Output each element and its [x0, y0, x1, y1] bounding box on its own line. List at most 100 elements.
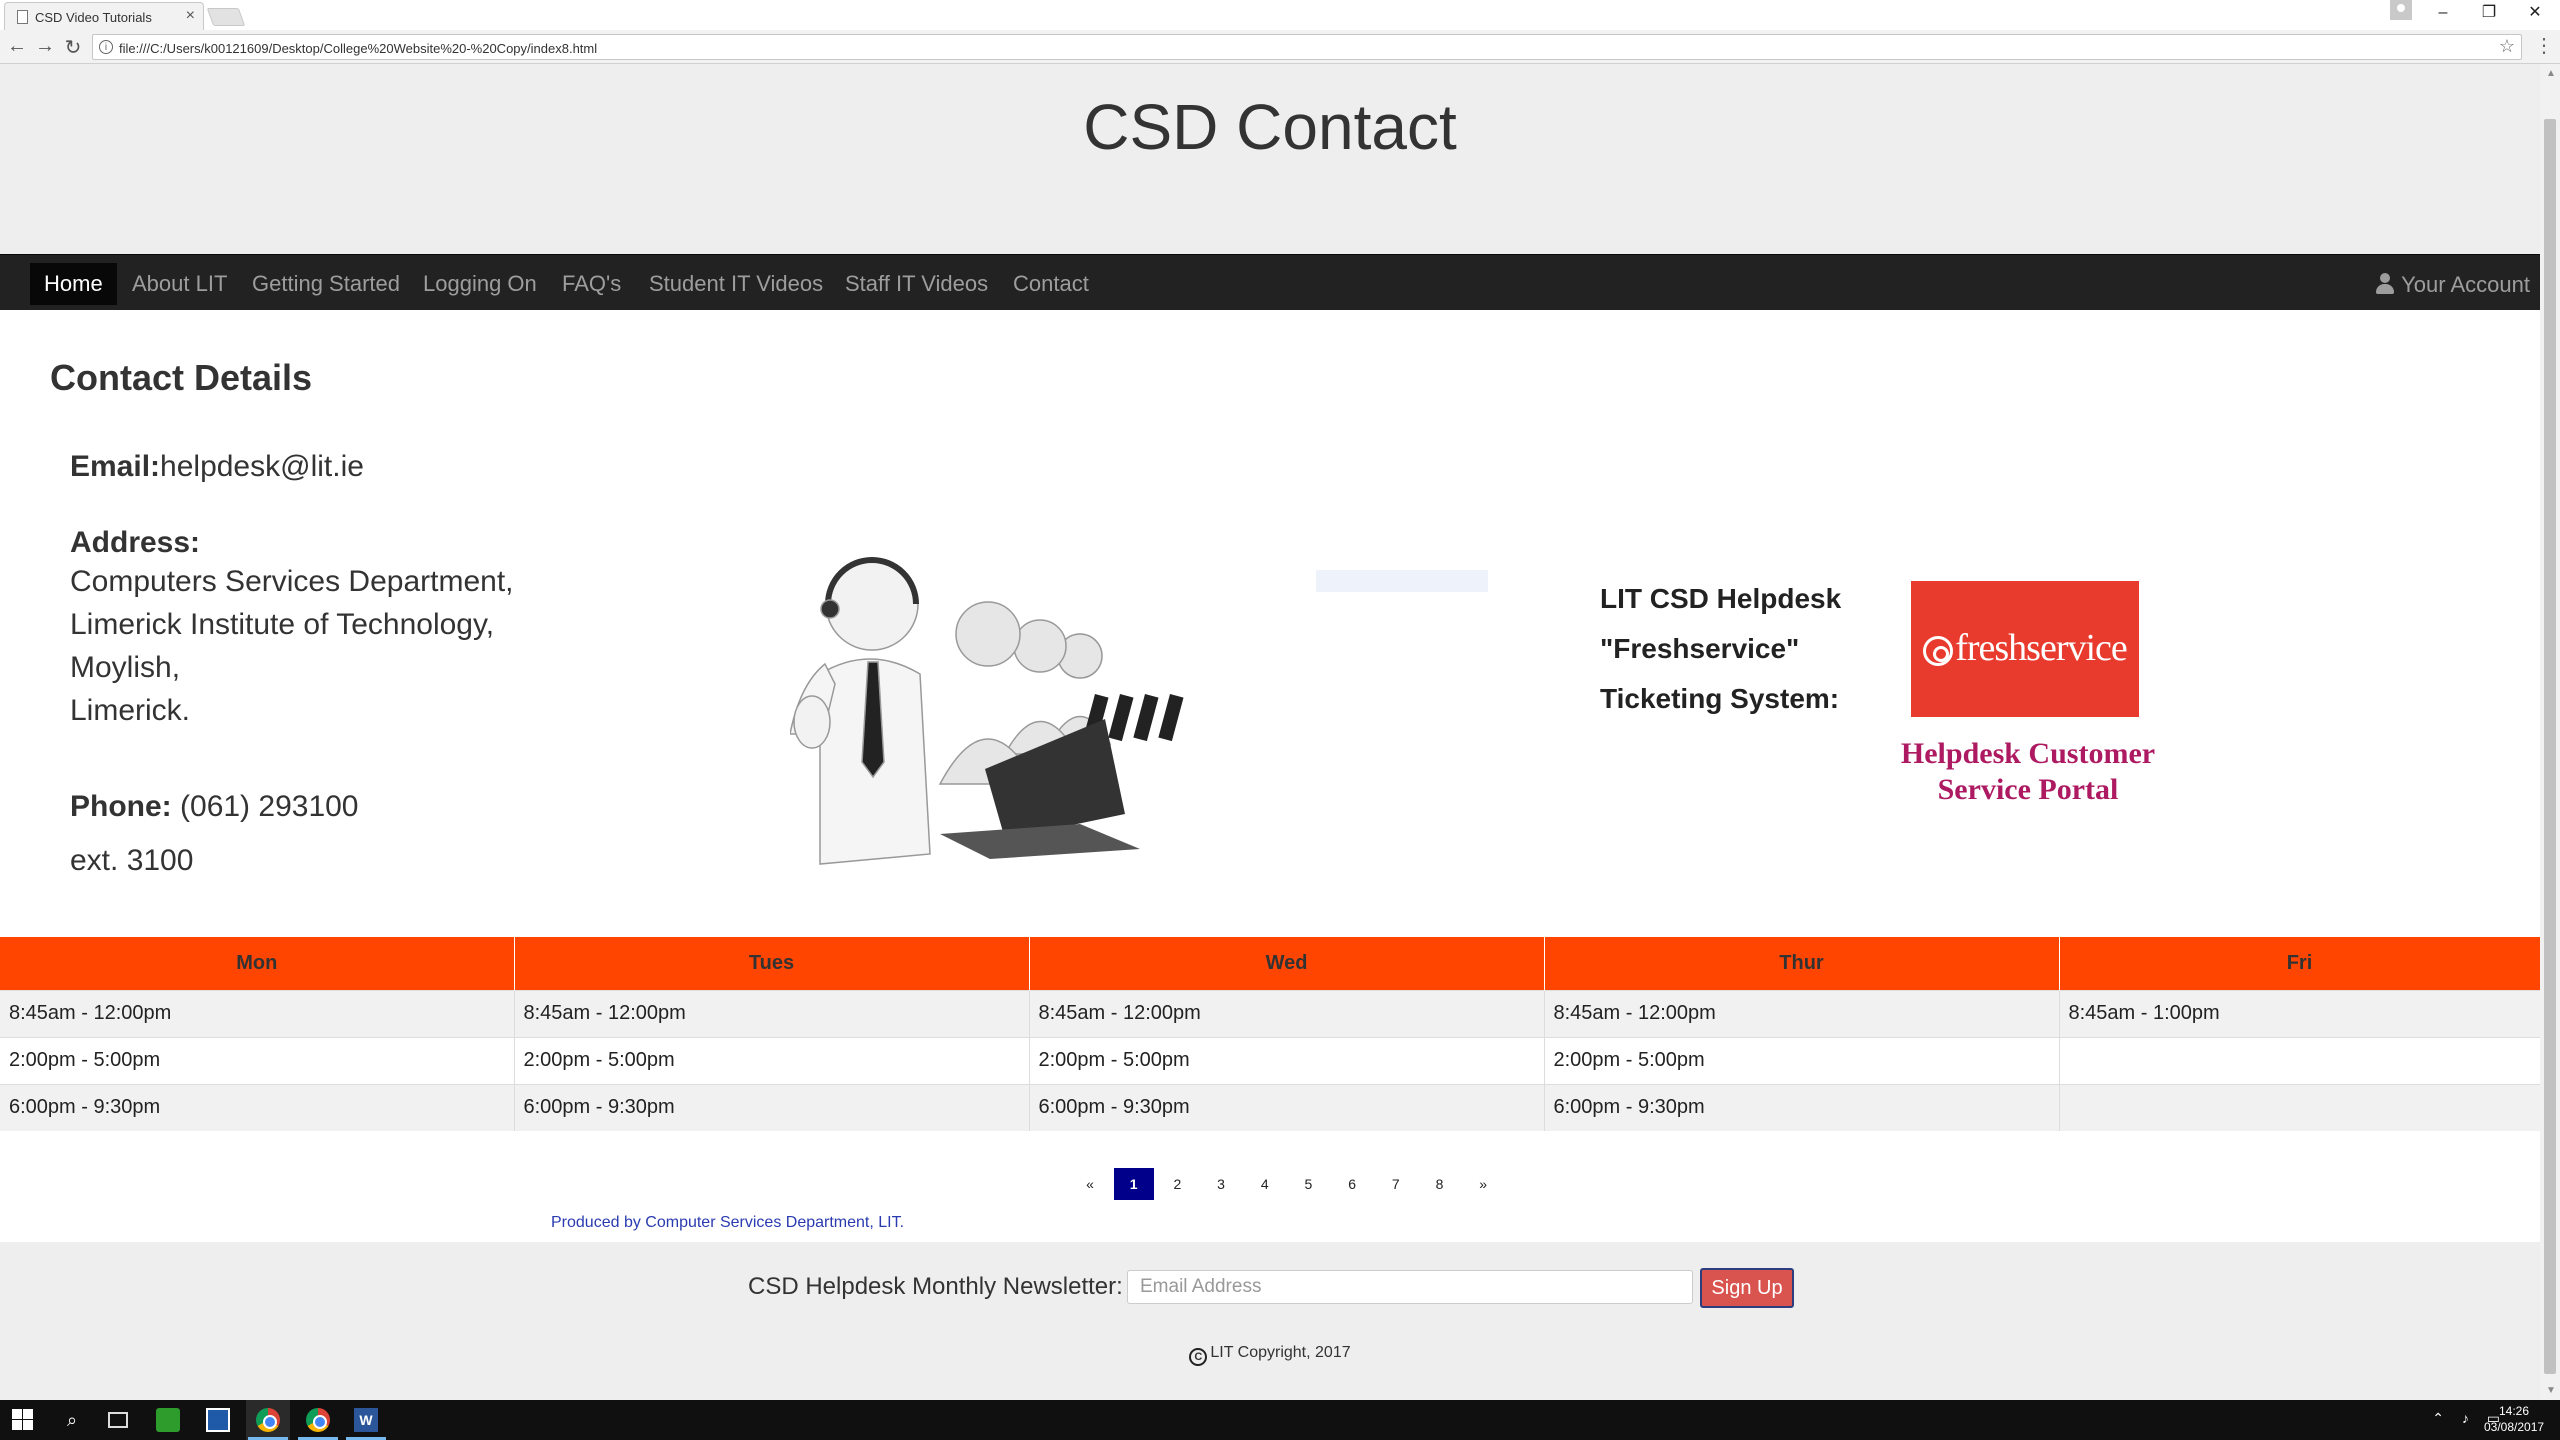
table-cell: 8:45am - 12:00pm [1544, 989, 2060, 1037]
volume-icon[interactable]: ♪ [2462, 1410, 2469, 1426]
column-header: Mon [0, 937, 515, 990]
reload-icon[interactable]: ↻ [62, 35, 84, 60]
pagination-page-7[interactable]: 7 [1376, 1168, 1416, 1200]
nav-home[interactable]: Home [30, 263, 117, 305]
address-block: Address: Computers Services Department, … [70, 526, 514, 732]
table-cell: 2:00pm - 5:00pm [1544, 1036, 2060, 1084]
pagination-page-3[interactable]: 3 [1201, 1168, 1241, 1200]
word-icon[interactable]: W [354, 1408, 378, 1432]
search-icon[interactable]: ⌕ [60, 1408, 84, 1432]
back-arrow-icon[interactable]: ← [6, 35, 28, 58]
nav-staff-it-videos[interactable]: Staff IT Videos [831, 263, 1002, 305]
star-icon[interactable]: ☆ [2499, 36, 2515, 57]
table-cell [2059, 1083, 2540, 1131]
address-bar[interactable]: i file:///C:/Users/k00121609/Desktop/Col… [92, 34, 2522, 60]
new-tab-button[interactable] [206, 8, 246, 26]
pagination-page-2[interactable]: 2 [1157, 1168, 1197, 1200]
nav-getting-started[interactable]: Getting Started [238, 263, 414, 305]
helpdesk-line: Ticketing System: [1600, 683, 1840, 714]
nav-student-it-videos[interactable]: Student IT Videos [635, 263, 837, 305]
freshservice-logo-link[interactable]: freshservice [1911, 581, 2139, 717]
nav-logging-on[interactable]: Logging On [409, 263, 551, 305]
table-cell: 8:45am - 12:00pm [514, 989, 1030, 1037]
table-cell: 8:45am - 12:00pm [0, 989, 515, 1037]
main-navbar: Home About LIT Getting Started Logging O… [0, 254, 2540, 310]
scroll-thumb[interactable] [2544, 119, 2556, 1374]
copyright-text: LIT Copyright, 2017 [1210, 1344, 1351, 1361]
helpdesk-team-image [790, 557, 1184, 865]
app-icon[interactable] [156, 1408, 180, 1432]
pagination-page-5[interactable]: 5 [1288, 1168, 1328, 1200]
your-account-link[interactable]: Your Account [2375, 267, 2530, 303]
phone-value: (061) 293100 [180, 790, 359, 823]
table-cell: 6:00pm - 9:30pm [514, 1083, 1030, 1131]
credit-link[interactable]: Produced by Computer Services Department… [551, 1214, 904, 1232]
table-row: 2:00pm - 5:00pm 2:00pm - 5:00pm 2:00pm -… [0, 1036, 2540, 1084]
pagination-page-1[interactable]: 1 [1113, 1168, 1154, 1200]
minimize-button[interactable]: – [2420, 0, 2466, 28]
tab-title: CSD Video Tutorials [35, 10, 152, 25]
copyright: C LIT Copyright, 2017 [0, 1344, 2540, 1366]
table-cell: 6:00pm - 9:30pm [0, 1083, 515, 1131]
helpdesk-line: "Freshservice" [1600, 633, 1800, 664]
nav-faqs[interactable]: FAQ's [548, 263, 635, 305]
table-row: 6:00pm - 9:30pm 6:00pm - 9:30pm 6:00pm -… [0, 1083, 2540, 1131]
pagination-next[interactable]: » [1463, 1168, 1503, 1200]
browser-tab[interactable]: CSD Video Tutorials × [4, 2, 204, 30]
windows-start-icon[interactable] [12, 1408, 36, 1432]
portal-line: Service Portal [1937, 773, 2119, 806]
task-view-icon[interactable] [108, 1412, 128, 1428]
column-header: Thur [1544, 937, 2060, 990]
newsletter-email-input[interactable] [1127, 1270, 1693, 1304]
pagination: «1 2 3 4 5 6 7 8» [1070, 1168, 1507, 1200]
app-icon[interactable] [206, 1408, 230, 1432]
address-line: Limerick. [70, 694, 191, 727]
page-viewport: CSD Contact Home About LIT Getting Start… [0, 64, 2540, 1400]
newsletter-label: CSD Helpdesk Monthly Newsletter: [748, 1273, 1123, 1300]
table-cell: 2:00pm - 5:00pm [0, 1036, 515, 1084]
page-footer: CSD Helpdesk Monthly Newsletter: Sign Up… [0, 1242, 2540, 1400]
browser-tab-strip: CSD Video Tutorials × – ❐ ✕ [0, 0, 2560, 30]
table-cell: 6:00pm - 9:30pm [1544, 1083, 2060, 1131]
column-header: Tues [514, 937, 1030, 990]
column-header: Fri [2059, 937, 2540, 990]
sign-up-button[interactable]: Sign Up [1700, 1268, 1794, 1308]
address-line: Limerick Institute of Technology, [70, 608, 495, 641]
browser-menu-icon[interactable]: ⋮ [2534, 33, 2554, 58]
windows-taskbar: ⌕ W ⌃ ♪ ▭ 14:26 03/08/2017 [0, 1400, 2560, 1440]
copyright-icon: C [1189, 1348, 1208, 1366]
table-row: 8:45am - 12:00pm 8:45am - 12:00pm 8:45am… [0, 989, 2540, 1037]
email-value: helpdesk@lit.ie [160, 450, 364, 483]
browser-toolbar: ← → ↻ i file:///C:/Users/k00121609/Deskt… [0, 30, 2560, 64]
nav-about-lit[interactable]: About LIT [118, 263, 241, 305]
user-icon [2375, 273, 2395, 295]
page-scrollbar[interactable]: ▲ ▼ [2540, 64, 2560, 1400]
table-cell: 8:45am - 1:00pm [2059, 989, 2540, 1037]
pagination-prev[interactable]: « [1070, 1168, 1110, 1200]
tab-close-icon[interactable]: × [186, 7, 195, 25]
forward-arrow-icon[interactable]: → [34, 35, 56, 58]
table-cell: 8:45am - 12:00pm [1029, 989, 1545, 1037]
restore-button[interactable]: ❐ [2466, 0, 2512, 28]
document-icon [17, 10, 28, 24]
column-header: Wed [1029, 937, 1545, 990]
address-line: Computers Services Department, [70, 565, 514, 598]
close-window-button[interactable]: ✕ [2512, 0, 2558, 28]
email-label: Email: [70, 450, 161, 483]
tray-chevron-icon[interactable]: ⌃ [2432, 1410, 2444, 1426]
faint-placeholder-box [1316, 570, 1488, 592]
scroll-down-arrow-icon[interactable]: ▼ [2546, 1385, 2556, 1396]
chrome-icon[interactable] [256, 1408, 280, 1432]
chrome-icon[interactable] [306, 1408, 330, 1432]
pagination-page-4[interactable]: 4 [1245, 1168, 1285, 1200]
page-info-icon[interactable]: i [99, 40, 113, 54]
profile-icon[interactable] [2390, 0, 2412, 20]
scroll-up-arrow-icon[interactable]: ▲ [2546, 68, 2556, 79]
taskbar-clock[interactable]: 14:26 03/08/2017 [2484, 1403, 2544, 1435]
table-cell: 6:00pm - 9:30pm [1029, 1083, 1545, 1131]
url-text[interactable]: file:///C:/Users/k00121609/Desktop/Colle… [119, 41, 597, 56]
nav-contact[interactable]: Contact [999, 263, 1103, 305]
pagination-page-8[interactable]: 8 [1420, 1168, 1460, 1200]
customer-portal-link[interactable]: Helpdesk Customer Service Portal [1860, 736, 2196, 808]
pagination-page-6[interactable]: 6 [1332, 1168, 1372, 1200]
